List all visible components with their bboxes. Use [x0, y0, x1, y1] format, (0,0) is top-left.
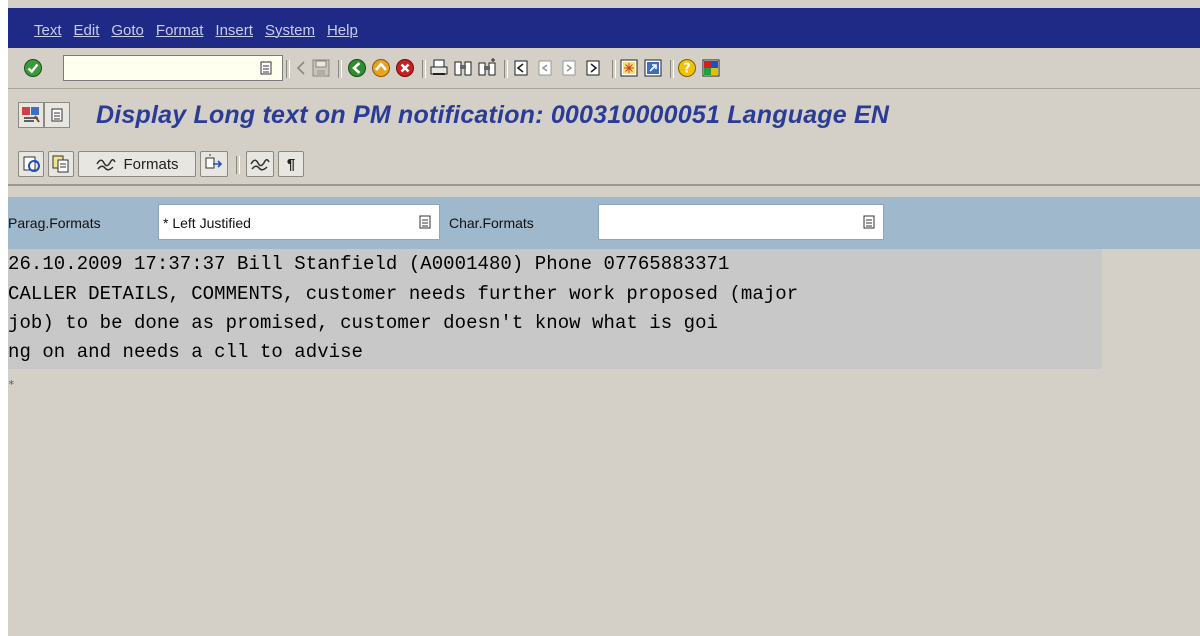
character-format-icon [250, 158, 270, 171]
text-line-3: job) to be done as promised, customer do… [8, 312, 719, 334]
find-next-icon[interactable] [476, 57, 498, 79]
text-line-1: 26.10.2009 17:37:37 Bill Stanfield (A000… [8, 253, 730, 275]
formats-label: Formats [123, 155, 179, 173]
enter-icon[interactable] [22, 57, 44, 79]
menu-insert[interactable]: Insert [215, 22, 253, 39]
exit-icon[interactable] [370, 57, 392, 79]
create-shortcut-icon[interactable] [642, 57, 664, 79]
title-bar: Display Long text on PM notification: 00… [8, 92, 1200, 140]
character-format-dropdown-icon[interactable] [863, 215, 875, 229]
menu-goto[interactable]: Goto [111, 22, 144, 39]
refresh-button[interactable] [18, 151, 44, 177]
paragraph-format-value: * Left Justified [163, 215, 251, 231]
command-field-dropdown-icon[interactable] [255, 57, 277, 79]
format-bar: Parag.Formats * Left Justified Char.Form… [8, 197, 1200, 249]
move-text-icon [205, 154, 223, 169]
paragraph-format-dropdown-icon[interactable] [419, 215, 431, 229]
menu-text[interactable]: Text [34, 22, 62, 39]
next-page-icon[interactable] [558, 57, 580, 79]
long-text-editor[interactable]: 26.10.2009 17:37:37 Bill Stanfield (A000… [8, 249, 1102, 369]
back-arrow-icon[interactable] [290, 57, 312, 79]
help-icon[interactable]: ? [676, 57, 698, 79]
page-title: Display Long text on PM notification: 00… [96, 101, 890, 129]
svg-text:?: ? [683, 62, 691, 77]
menu-bar: Text Edit Goto Format Insert System Help [8, 8, 1200, 48]
print-icon[interactable] [428, 57, 450, 79]
cancel-icon[interactable] [394, 57, 416, 79]
paragraph-marks-button[interactable]: ¶ [278, 151, 304, 177]
menu-system[interactable]: System [265, 22, 315, 39]
end-of-text-marker: * [8, 378, 15, 391]
back-icon[interactable] [346, 57, 368, 79]
save-icon[interactable] [310, 57, 332, 79]
previous-page-icon[interactable] [534, 57, 556, 79]
move-text-button[interactable] [200, 151, 228, 177]
sap-window: Text Edit Goto Format Insert System Help [8, 0, 1200, 636]
character-format-label: Char.Formats [449, 215, 534, 231]
menu-format[interactable]: Format [156, 22, 204, 39]
command-field[interactable] [63, 55, 283, 81]
paragraph-format-select[interactable]: * Left Justified [158, 204, 440, 240]
character-format-select[interactable] [598, 204, 884, 240]
paragraph-format-label: Parag.Formats [8, 215, 101, 231]
customize-layout-icon[interactable] [700, 57, 722, 79]
document-list-icon[interactable] [44, 102, 70, 128]
menu-edit[interactable]: Edit [74, 22, 100, 39]
create-session-icon[interactable] [618, 57, 640, 79]
refresh-icon [23, 156, 40, 172]
copy-button[interactable] [48, 151, 74, 177]
character-format-button[interactable] [246, 151, 274, 177]
menu-help[interactable]: Help [327, 22, 358, 39]
formats-icon [96, 158, 117, 171]
standard-toolbar: ? [8, 48, 1200, 89]
last-page-icon[interactable] [582, 57, 604, 79]
application-toolbar: Formats ¶ [8, 148, 1200, 186]
find-icon[interactable] [452, 57, 474, 79]
pilcrow-icon: ¶ [286, 155, 296, 173]
copy-icon [52, 155, 69, 173]
display-change-icon[interactable] [18, 102, 44, 128]
text-line-2: CALLER DETAILS, COMMENTS, customer needs… [8, 283, 799, 305]
text-line-4: ng on and needs a cll to advise [8, 341, 364, 363]
formats-button[interactable]: Formats [78, 151, 196, 177]
first-page-icon[interactable] [510, 57, 532, 79]
